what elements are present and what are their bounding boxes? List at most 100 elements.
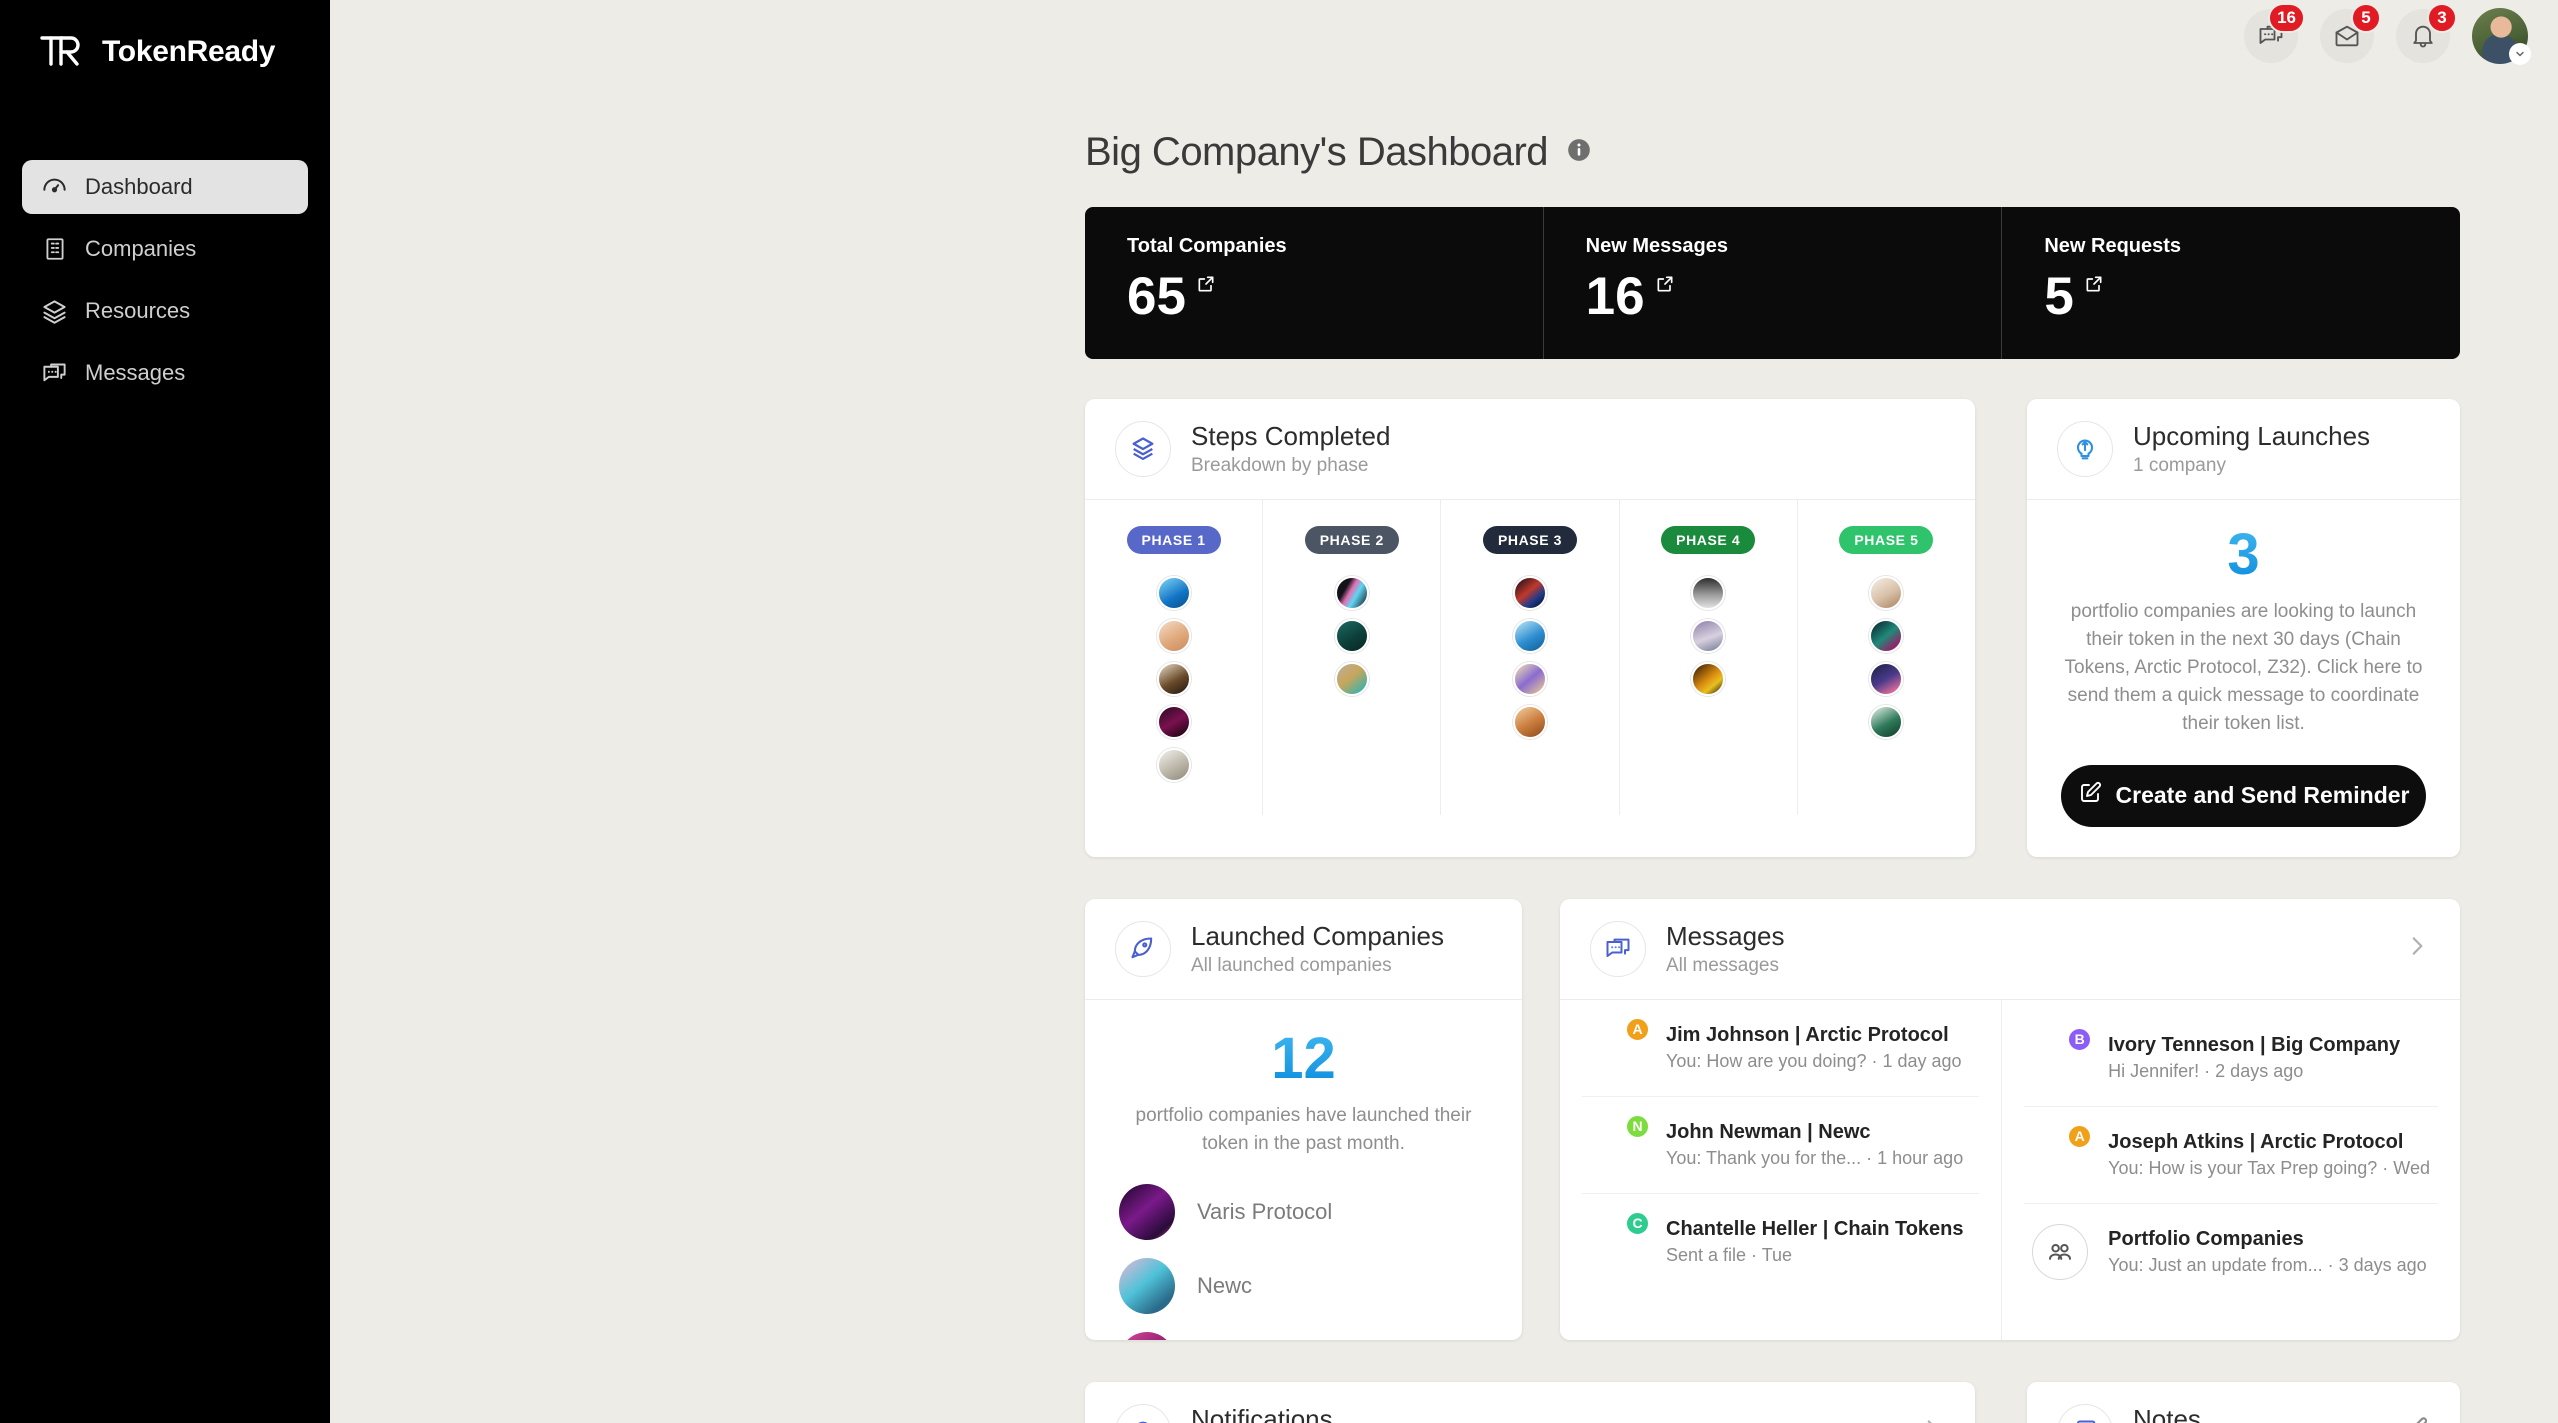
sidebar-item-dashboard[interactable]: Dashboard	[22, 160, 308, 214]
company-avatar[interactable]	[1869, 662, 1904, 696]
phase-badge[interactable]: PHASE 5	[1839, 526, 1934, 554]
cards-row-2: Launched Companies All launched companie…	[1085, 898, 2460, 1340]
phase-column: PHASE 4	[1618, 500, 1797, 815]
company-avatar[interactable]	[1334, 576, 1369, 610]
stat-label: New Messages	[1585, 235, 1728, 257]
company-avatar[interactable]	[1334, 662, 1369, 696]
message-sender: Jim Johnson | Arctic Protocol	[1666, 1023, 1949, 1046]
sidebar-item-label: Resources	[85, 298, 191, 323]
company-avatar[interactable]	[1869, 576, 1904, 610]
stat-total-companies[interactable]: Total Companies 65	[1085, 207, 1543, 359]
sidebar: TokenReady Dashboard Companies Resources…	[0, 0, 330, 1423]
brand-name: TokenReady	[102, 35, 276, 68]
sidebar-item-label: Companies	[85, 236, 197, 261]
card-title: Notes	[2133, 1403, 2201, 1423]
phase-badge[interactable]: PHASE 3	[1482, 526, 1578, 554]
sidebar-item-companies[interactable]: Companies	[22, 222, 308, 276]
external-link-icon[interactable]	[1655, 274, 1675, 299]
phase-avatars	[1513, 576, 1547, 739]
bell-icon	[1115, 1403, 1171, 1423]
company-avatar[interactable]	[1334, 619, 1369, 653]
company-avatar[interactable]	[1156, 748, 1191, 782]
external-link-icon[interactable]	[1196, 274, 1216, 299]
list-item[interactable]: Varis Protocol	[1119, 1183, 1488, 1240]
message-preview: You: Thank you for the... · 1 hour ago	[1666, 1147, 1964, 1168]
pencil-icon[interactable]	[2402, 1415, 2430, 1423]
company-avatar[interactable]	[1691, 619, 1726, 653]
message-row[interactable]: B Ivory Tenneson | Big Company Hi Jennif…	[2024, 1010, 2438, 1106]
card-subtitle: Breakdown by phase	[1191, 455, 1369, 476]
cards-row-1: Steps Completed Breakdown by phase PHASE…	[1085, 399, 2460, 857]
card-body: 3 portfolio companies are looking to lau…	[2027, 500, 2460, 857]
phase-avatars	[1869, 576, 1904, 739]
company-avatar[interactable]	[1513, 705, 1547, 739]
card-title: Launched Companies	[1191, 920, 1444, 951]
upcoming-launches-card: Upcoming Launches 1 company 3 portfolio …	[2027, 399, 2460, 857]
chat-button[interactable]: 16	[2244, 3, 2305, 63]
company-avatar[interactable]	[1156, 705, 1191, 739]
phase-badge[interactable]: PHASE 1	[1126, 526, 1221, 554]
card-title: Messages	[1666, 920, 1785, 951]
chat-icon	[1590, 920, 1646, 977]
chevron-right-icon[interactable]	[2404, 933, 2430, 964]
inbox-button[interactable]: 5	[2320, 3, 2381, 63]
page-title: Big Company's Dashboard	[1085, 130, 1549, 174]
stat-new-requests[interactable]: New Requests 5	[2001, 207, 2460, 359]
messages-columns: A Jim Johnson | Arctic Protocol You: How…	[1560, 999, 2460, 1340]
sidebar-item-label: Messages	[85, 360, 186, 385]
stat-value: 5	[2044, 267, 2074, 326]
card-header: Notifications 217 new	[1085, 1382, 1975, 1423]
message-row[interactable]: N John Newman | Newc You: Thank you for …	[1582, 1095, 1980, 1193]
card-subtitle: All launched companies	[1191, 954, 1392, 976]
chat-badge: 16	[2268, 3, 2305, 33]
company-avatar[interactable]	[1156, 576, 1191, 610]
company-avatar[interactable]	[1691, 576, 1726, 610]
list-item[interactable]: Newc	[1119, 1257, 1488, 1314]
company-avatar[interactable]	[1513, 662, 1547, 696]
sidebar-item-messages[interactable]: Messages	[22, 346, 308, 400]
external-link-icon[interactable]	[2084, 274, 2104, 299]
company-avatar[interactable]	[1156, 619, 1191, 653]
message-row[interactable]: A Jim Johnson | Arctic Protocol You: How…	[1582, 1000, 1979, 1096]
message-row[interactable]: Portfolio Companies You: Just an update …	[2024, 1202, 2438, 1300]
message-row[interactable]: A Joseph Atkins | Arctic Protocol You: H…	[2024, 1105, 2438, 1203]
company-avatar[interactable]	[1691, 662, 1726, 696]
card-header: Notes All notes	[2027, 1382, 2460, 1423]
phase-columns: PHASE 1 PHASE 2 PHASE 3 PHASE 4 PHASE 5	[1085, 500, 1975, 815]
cta-label: Create and Send Reminder	[2115, 782, 2410, 809]
company-avatar[interactable]	[1869, 705, 1904, 739]
company-avatar[interactable]	[1156, 662, 1191, 696]
company-avatar[interactable]	[1869, 619, 1904, 653]
message-row[interactable]: C Chantelle Heller | Chain Tokens Sent a…	[1582, 1192, 1980, 1290]
messages-card: Messages All messages A Jim Johnson | Ar…	[1560, 898, 2460, 1340]
info-icon[interactable]	[1566, 137, 1592, 168]
company-avatar[interactable]	[1513, 576, 1547, 610]
group-icon	[2032, 1223, 2089, 1280]
card-header: Steps Completed Breakdown by phase	[1085, 399, 1975, 500]
brand[interactable]: TokenReady	[0, 0, 330, 72]
user-avatar[interactable]	[2472, 8, 2531, 65]
company-avatar	[1119, 1257, 1175, 1314]
layers-icon	[1115, 421, 1171, 477]
card-title: Notifications	[1191, 1403, 1333, 1423]
chevron-right-icon[interactable]	[1919, 1416, 1945, 1423]
messages-column-left: A Jim Johnson | Arctic Protocol You: How…	[1560, 1000, 2001, 1340]
stat-new-messages[interactable]: New Messages 16	[1542, 207, 2002, 359]
notebook-icon	[2057, 1403, 2113, 1423]
message-preview: You: How is your Tax Prep going? · Wed	[2108, 1157, 2430, 1178]
inbox-badge: 5	[2351, 3, 2381, 33]
message-sender: Portfolio Companies	[2108, 1227, 2304, 1250]
company-tag: A	[2067, 1123, 2093, 1149]
phase-badge[interactable]: PHASE 2	[1304, 526, 1399, 554]
company-avatar	[1119, 1183, 1175, 1240]
list-item[interactable]	[1119, 1331, 1488, 1340]
phase-badge[interactable]: PHASE 4	[1661, 526, 1756, 554]
messages-column-right: B Ivory Tenneson | Big Company Hi Jennif…	[2001, 999, 2460, 1340]
phase-column: PHASE 1	[1085, 500, 1262, 815]
company-avatar[interactable]	[1513, 619, 1547, 653]
create-send-reminder-button[interactable]: Create and Send Reminder	[2061, 764, 2426, 827]
notes-card: Notes All notes	[2027, 1381, 2460, 1423]
bell-button[interactable]: 3	[2396, 3, 2457, 63]
sidebar-item-resources[interactable]: Resources	[22, 284, 308, 338]
message-sender: Chantelle Heller | Chain Tokens	[1666, 1217, 1964, 1240]
